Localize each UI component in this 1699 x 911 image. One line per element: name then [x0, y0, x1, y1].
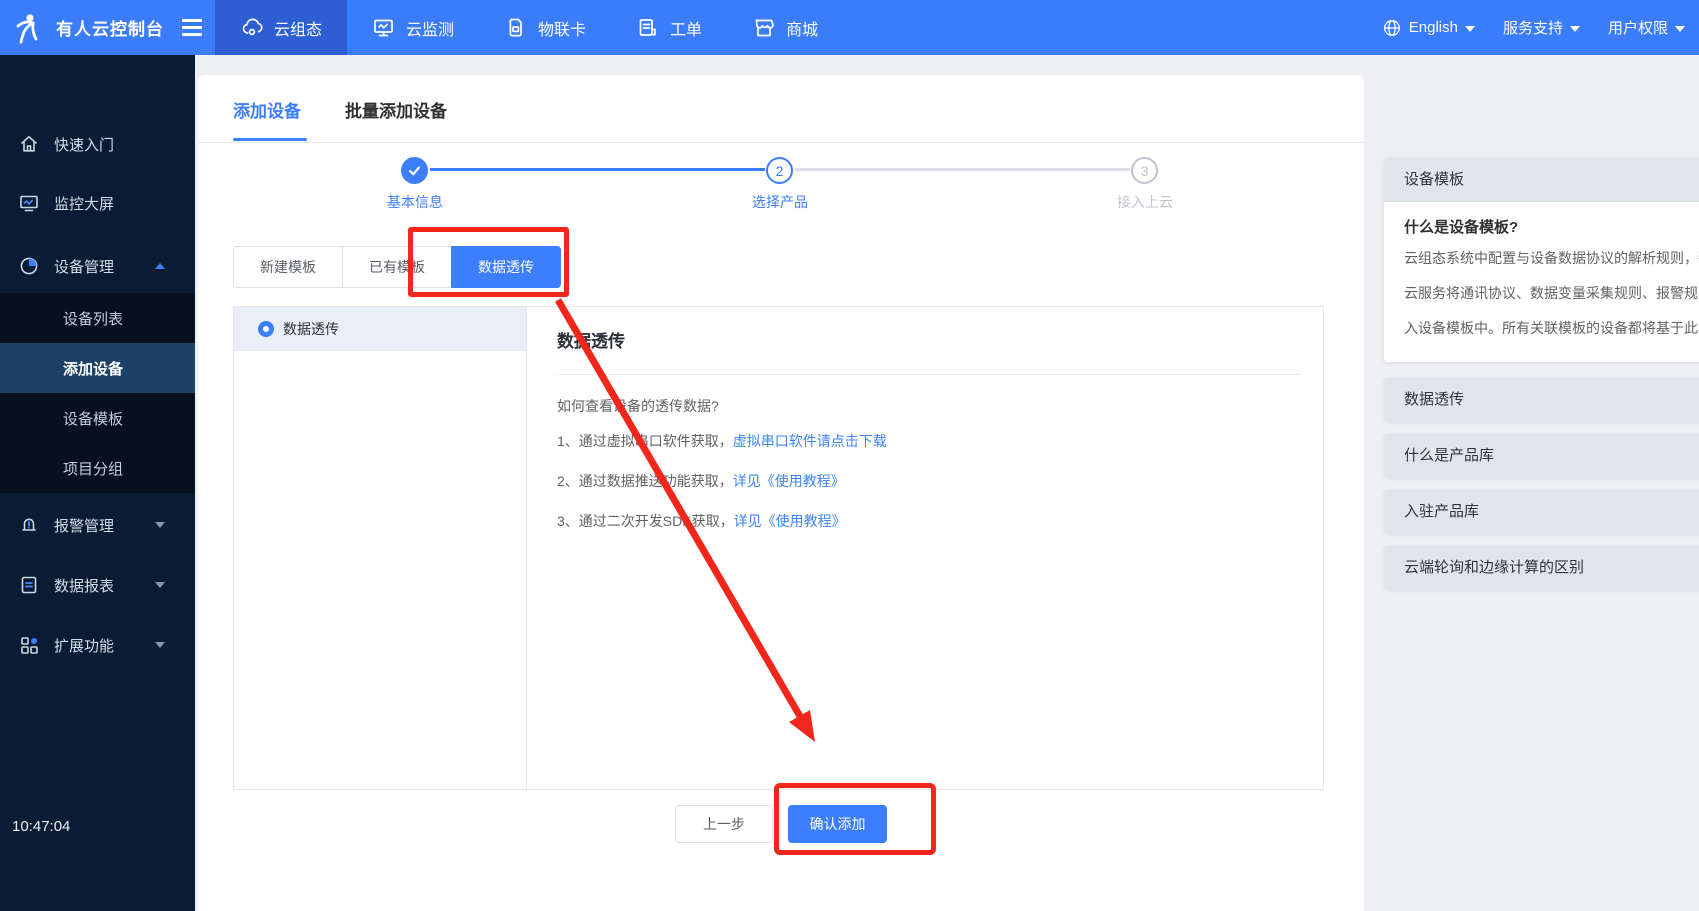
- chevron-down-icon: [155, 522, 165, 528]
- tab-divider: [198, 142, 1364, 143]
- help-bar-polling-vs-edge[interactable]: 云端轮询和边缘计算的区别: [1384, 546, 1699, 590]
- step-2-dot: 2: [766, 157, 793, 184]
- service-support-menu[interactable]: 服务支持: [1489, 17, 1594, 38]
- panel-item-1: 1、通过虚拟串口软件获取，虚拟串口软件请点击下载: [557, 431, 887, 451]
- help-body-device-template: 什么是设备模板? 云组态系统中配置与设备数据协议的解析规则，新版云服务将通讯协议…: [1384, 202, 1699, 362]
- tutorial-link-push[interactable]: 详见《使用教程》: [733, 473, 845, 489]
- tab-batch-add-device[interactable]: 批量添加设备: [345, 97, 447, 122]
- tab-add-device[interactable]: 添加设备: [233, 97, 301, 122]
- help-question: 什么是设备模板?: [1404, 216, 1699, 237]
- panel-item-2: 2、通过数据推送功能获取，详见《使用教程》: [557, 471, 845, 491]
- chevron-up-icon: [155, 263, 165, 269]
- chevron-down-icon: [1465, 26, 1475, 32]
- template-tab-new[interactable]: 新建模板: [233, 246, 343, 288]
- help-panel-device-template: 设备模板 什么是设备模板? 云组态系统中配置与设备数据协议的解析规则，新版云服务…: [1384, 158, 1699, 362]
- sidebar-item-device-template[interactable]: 设备模板: [0, 393, 195, 443]
- active-tab-underline: [233, 138, 307, 141]
- store-icon: [752, 16, 776, 40]
- transparent-panel: 数据透传: [233, 306, 1324, 790]
- chevron-down-icon: [155, 642, 165, 648]
- device-manage-icon: [18, 255, 40, 277]
- sidebar-item-device-list[interactable]: 设备列表: [0, 293, 195, 343]
- template-tab-transparent[interactable]: 数据透传: [451, 246, 561, 288]
- help-bar-transparent[interactable]: 数据透传: [1384, 378, 1699, 422]
- sidebar-item-add-device[interactable]: 添加设备: [0, 343, 195, 393]
- sidebar-item-big-screen[interactable]: 监控大屏: [0, 181, 195, 225]
- brand[interactable]: 有人云控制台: [12, 0, 202, 55]
- sidebar-clock: 10:47:04: [12, 818, 70, 835]
- app-window: 有人云控制台 云组态 云监测: [0, 0, 1699, 911]
- chevron-down-icon: [1675, 26, 1685, 32]
- step-3-dot: 3: [1131, 157, 1158, 184]
- step-connector-done: [430, 168, 765, 171]
- chevron-down-icon: [155, 582, 165, 588]
- nav-item-cloud-monitor[interactable]: 云监测: [347, 0, 479, 55]
- device-manage-submenu: 设备列表 添加设备 设备模板 项目分组: [0, 293, 195, 493]
- option-column: 数据透传: [234, 307, 527, 789]
- help-paragraph: 云组态系统中配置与设备数据协议的解析规则，新版云服务将通讯协议、数据变量采集规则…: [1404, 241, 1699, 346]
- sidebar-item-device-manage[interactable]: 设备管理: [0, 244, 195, 288]
- step-1-label: 基本信息: [355, 192, 475, 212]
- person-logo-icon: [12, 11, 46, 45]
- user-permission-menu[interactable]: 用户权限: [1594, 17, 1699, 38]
- brand-title: 有人云控制台: [56, 15, 164, 40]
- tutorial-link-sdk[interactable]: 详见《使用教程》: [734, 513, 846, 529]
- radio-selected-icon[interactable]: [258, 321, 274, 337]
- help-bar-what-is-product-lib[interactable]: 什么是产品库: [1384, 434, 1699, 478]
- step-1-dot: [401, 157, 428, 184]
- prev-step-button[interactable]: 上一步: [675, 805, 773, 843]
- template-tab-existing[interactable]: 已有模板: [342, 246, 452, 288]
- sidebar: 快速入门 监控大屏 设备管理 设备列表 添加设备: [0, 55, 195, 911]
- sidebar-item-data-report[interactable]: 数据报表: [0, 563, 195, 607]
- panel-title: 数据透传: [557, 327, 625, 352]
- topbar-right: English 服务支持 用户权限: [1368, 0, 1699, 55]
- nav-item-iot-card[interactable]: 物联卡: [479, 0, 611, 55]
- help-header-device-template[interactable]: 设备模板: [1384, 158, 1699, 202]
- sidebar-item-project-group[interactable]: 项目分组: [0, 443, 195, 493]
- big-screen-icon: [18, 192, 40, 214]
- language-switcher[interactable]: English: [1368, 18, 1489, 38]
- check-icon: [407, 163, 422, 178]
- nav-item-mall[interactable]: 商城: [727, 0, 843, 55]
- work-order-icon: [636, 16, 660, 40]
- home-icon: [18, 133, 40, 155]
- cloud-icon: [240, 16, 264, 40]
- sidebar-item-alarm-manage[interactable]: 报警管理: [0, 503, 195, 547]
- monitor-chart-icon: [372, 16, 396, 40]
- topbar-nav: 云组态 云监测 物联卡: [215, 0, 843, 55]
- alarm-icon: [18, 514, 40, 536]
- option-transparent[interactable]: 数据透传: [234, 307, 526, 351]
- extend-icon: [18, 634, 40, 656]
- globe-icon: [1382, 18, 1402, 38]
- step-2-label: 选择产品: [720, 192, 840, 212]
- sidebar-item-extend-function[interactable]: 扩展功能: [0, 623, 195, 667]
- confirm-add-button[interactable]: 确认添加: [788, 805, 887, 843]
- report-icon: [18, 574, 40, 596]
- help-bar-join-product-lib[interactable]: 入驻产品库: [1384, 490, 1699, 534]
- step-connector-pending: [795, 168, 1130, 171]
- template-type-switcher: 新建模板 已有模板 数据透传: [233, 246, 561, 288]
- panel-question: 如何查看设备的透传数据?: [557, 396, 719, 416]
- nav-item-cloud-scada[interactable]: 云组态: [215, 0, 347, 55]
- nav-item-work-order[interactable]: 工单: [611, 0, 727, 55]
- download-vcom-link[interactable]: 虚拟串口软件请点击下载: [733, 433, 887, 449]
- panel-item-3: 3、通过二次开发SDK获取，详见《使用教程》: [557, 511, 846, 531]
- sidebar-item-quick-start[interactable]: 快速入门: [0, 122, 195, 166]
- step-3-label: 接入上云: [1085, 192, 1205, 212]
- panel-title-divider: [557, 374, 1300, 375]
- chevron-down-icon: [1570, 26, 1580, 32]
- topbar: 有人云控制台 云组态 云监测: [0, 0, 1699, 55]
- sim-card-icon: [504, 16, 528, 40]
- hamburger-icon[interactable]: [182, 19, 202, 36]
